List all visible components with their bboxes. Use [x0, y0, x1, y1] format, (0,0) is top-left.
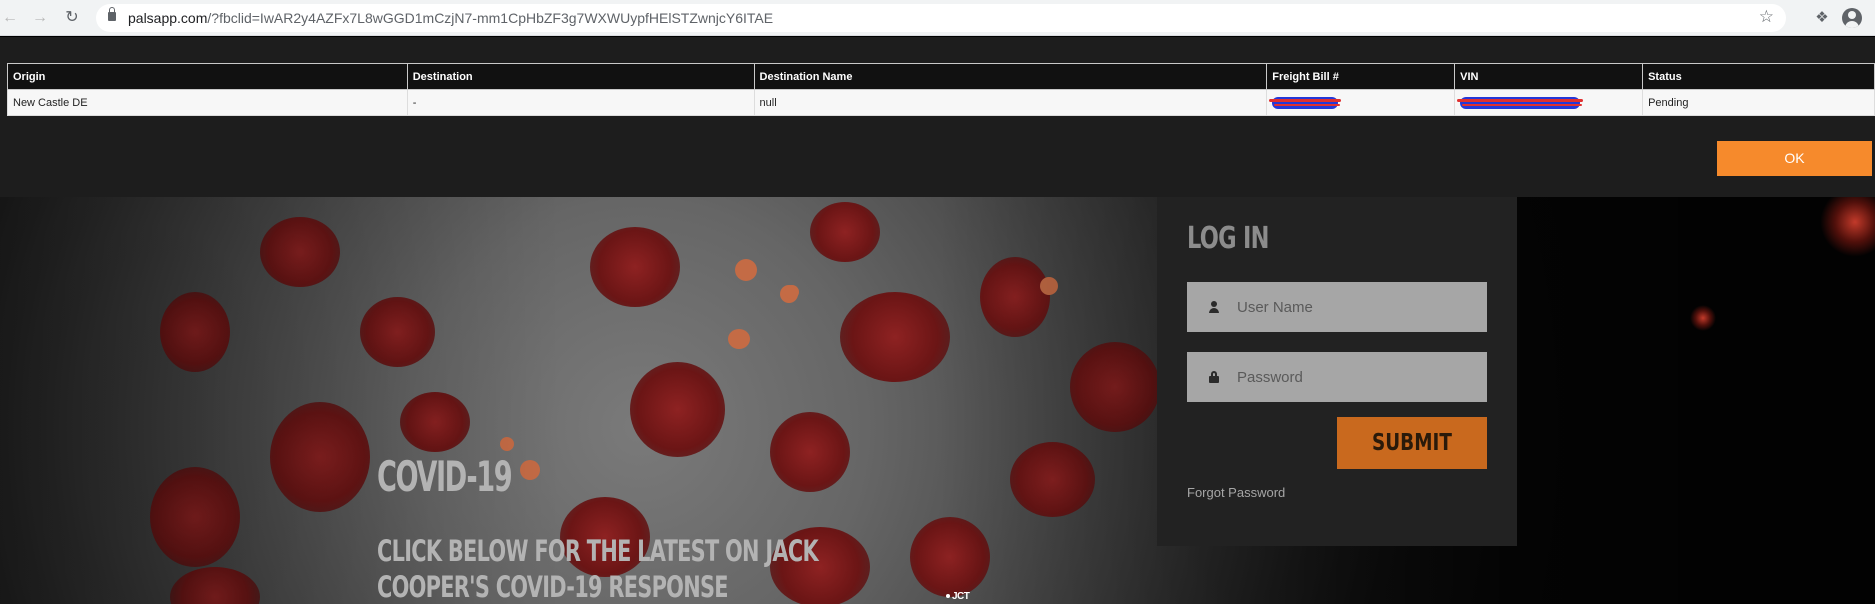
forward-arrow-icon[interactable]: →: [30, 8, 50, 28]
cell-freight-bill: [1266, 89, 1456, 116]
ok-button[interactable]: OK: [1717, 141, 1872, 176]
bookmark-star-icon[interactable]: ☆: [1759, 7, 1774, 27]
table-header-row: Origin Destination Destination Name Frei…: [7, 63, 1875, 90]
reload-icon[interactable]: ↻: [62, 8, 82, 28]
forgot-password-link[interactable]: Forgot Password: [1187, 485, 1285, 500]
browser-toolbar: ← → ↻ palsapp.com/?fbclid=IwAR2y4AZFx7L8…: [0, 0, 1875, 36]
login-panel: LOG IN SUBMIT Forgot Password: [1157, 197, 1517, 546]
url-path: /?fbclid=IwAR2y4AZFx7L8wGGD1mCzjN7-mm1Cp…: [207, 10, 774, 26]
freight-bill-redaction: [1269, 96, 1342, 109]
submit-button[interactable]: SUBMIT: [1337, 417, 1487, 469]
url-host: palsapp.com: [128, 10, 208, 26]
column-header-destination-name: Destination Name: [753, 63, 1268, 90]
profile-avatar-icon[interactable]: [1842, 8, 1862, 28]
hero-background-image: [0, 197, 1875, 604]
url-text[interactable]: palsapp.com/?fbclid=IwAR2y4AZFx7L8wGGD1m…: [128, 10, 773, 26]
password-input[interactable]: [1237, 352, 1477, 402]
secure-lock-icon[interactable]: [108, 7, 116, 21]
results-table: Origin Destination Destination Name Frei…: [7, 63, 1875, 116]
cell-vin: [1454, 89, 1644, 116]
column-header-status: Status: [1642, 63, 1875, 90]
cell-destination: -: [406, 89, 755, 116]
lock-icon: [1209, 371, 1219, 383]
address-bar[interactable]: palsapp.com/?fbclid=IwAR2y4AZFx7L8wGGD1m…: [96, 4, 1786, 32]
username-field[interactable]: [1187, 282, 1487, 332]
hero-overlay: [0, 197, 1875, 604]
column-header-vin: VIN: [1454, 63, 1644, 90]
column-header-freight-bill: Freight Bill #: [1266, 63, 1456, 90]
cell-origin: New Castle DE: [7, 89, 408, 116]
back-arrow-icon[interactable]: ←: [0, 8, 20, 28]
vin-redaction: [1457, 96, 1584, 109]
submit-label: SUBMIT: [1372, 430, 1452, 456]
cell-destination-name: null: [753, 89, 1268, 116]
table-row: New Castle DE - null Pending: [7, 89, 1875, 116]
red-glow: [1690, 305, 1716, 331]
column-header-origin: Origin: [7, 63, 408, 90]
cell-status: Pending: [1642, 89, 1875, 116]
extensions-puzzle-icon[interactable]: ❖: [1812, 8, 1832, 28]
results-modal: [0, 37, 1875, 197]
covid-title[interactable]: COVID-19: [377, 452, 513, 501]
column-header-destination: Destination: [406, 63, 755, 90]
user-icon: [1209, 301, 1219, 313]
login-title: LOG IN: [1187, 221, 1269, 256]
jct-logo: JCT: [946, 591, 970, 602]
username-input[interactable]: [1237, 282, 1477, 332]
password-field[interactable]: [1187, 352, 1487, 402]
covid-response-link[interactable]: CLICK BELOW FOR THE LATEST ON JACK COOPE…: [377, 533, 924, 604]
